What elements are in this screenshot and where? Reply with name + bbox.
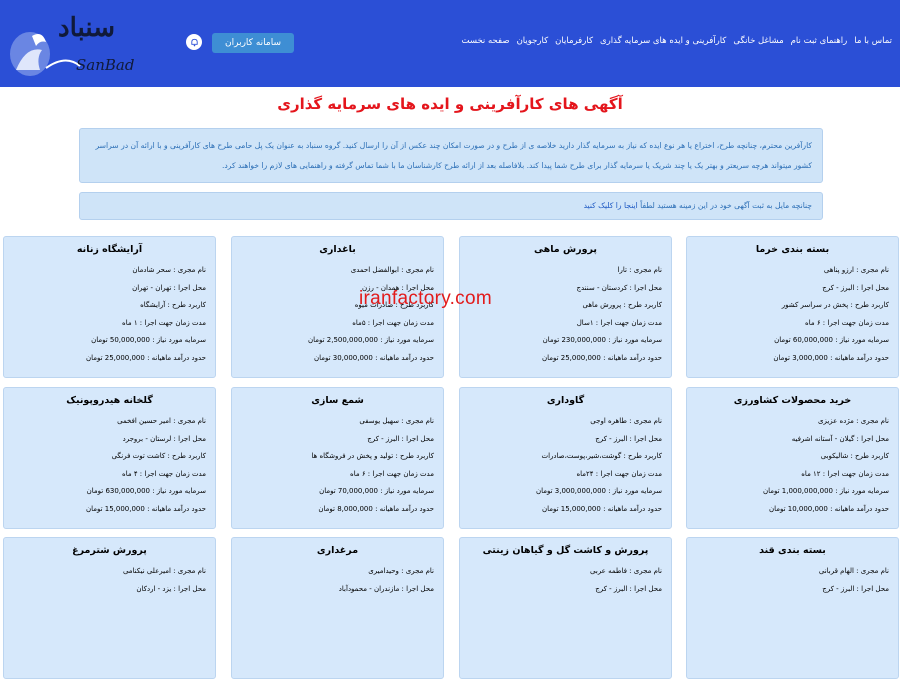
nav-home[interactable]: صفحه نخست (462, 36, 510, 50)
ad-card-title: گلخانه هیدروپونیک (66, 395, 153, 406)
ad-card-field: نام مجری : تارا (617, 266, 662, 274)
ad-card-field: کاربرد طرح : پرورش ماهی (582, 301, 662, 309)
ad-card-field: مدت زمان جهت اجرا : ۴ ماه (122, 469, 206, 478)
site-header: سنباد SanBad سامانه کاربران صفحه نخست کا… (0, 0, 900, 87)
page-title: آگهی های کارآفرینی و ایده های سرمایه گذا… (277, 95, 623, 113)
ad-card[interactable]: مرغداری نام مجری : وحیدامیری محل اجرا : ما… (231, 537, 444, 679)
nav-home-jobs[interactable]: مشاغل خانگی (733, 36, 783, 50)
ad-card-title: بسته بندی خرما (755, 244, 830, 255)
ad-card-field: مدت زمان جهت اجرا : ۶ ماه (805, 318, 889, 327)
ad-card-field: نام مجری : سهیل یوسفی (359, 417, 434, 425)
ad-card[interactable]: بسته بندی خرما نام مجری : ارزو پناهی محل ا… (686, 236, 899, 378)
ad-card[interactable]: گاوداری نام مجری : طاهره اوجی محل اجرا : ا… (459, 387, 672, 529)
ad-card-field: محل اجرا : مازندران - محمودآباد (338, 584, 434, 593)
ad-card-field: مدت زمان جهت اجرا : ۶ ماه (350, 469, 434, 478)
ad-card[interactable]: گلخانه هیدروپونیک نام مجری : امیر حسین اف… (3, 387, 216, 529)
ad-card-field: حدود درآمد ماهیانه : 25,000,000 تومان (85, 353, 206, 362)
ad-card-field: حدود درآمد ماهیانه : 10,000,000 تومان (768, 504, 889, 513)
ad-card-field: نام مجری : فاطمه عربی (590, 567, 662, 575)
nav-employers[interactable]: کارفرمایان (555, 36, 593, 50)
bell-icon[interactable] (186, 34, 202, 50)
ad-card-title: بسته بندی قند (759, 545, 826, 556)
ad-card-title: شمع سازی (311, 395, 364, 406)
ad-card-field: کاربرد طرح : کاشت توت فرنگی (111, 452, 206, 460)
ad-card-field: محل اجرا : البرز - کرج (595, 584, 662, 593)
ad-card-field: سرمایه مورد نیاز : 1,000,000,000 تومان (762, 487, 889, 495)
ad-card-field: مدت زمان جهت اجرا : ۱ ماه (122, 318, 206, 327)
ad-card-field: محل اجرا : البرز - کرج (595, 434, 662, 443)
ad-card-field: حدود درآمد ماهیانه : 8,000,000 تومان (318, 504, 434, 513)
logo-text-en: SanBad (76, 56, 134, 74)
ad-card-field: حدود درآمد ماهیانه : 30,000,000 تومان (313, 353, 434, 362)
ad-card-field: حدود درآمد ماهیانه : 25,000,000 تومان (541, 353, 662, 362)
main-nav: صفحه نخست کارجویان کارفرمایان کارآفرینی … (462, 36, 892, 50)
ad-card-field: نام مجری : الهام قربانی (818, 567, 889, 575)
ad-card-field: سرمایه مورد نیاز : 2,500,000,000 تومان (307, 336, 434, 344)
ad-card-title: پرورش و کاشت گل و گیاهان زینتی (482, 545, 649, 556)
ad-card[interactable]: بسته بندی قند نام مجری : الهام قربانی محل … (686, 537, 899, 679)
ad-card-field: حدود درآمد ماهیانه : 15,000,000 تومان (541, 504, 662, 513)
cta-box: چنانچه مایل به ثبت آگهی خود در این زمینه… (79, 192, 823, 220)
ad-card-field: کاربرد طرح : آرایشگاه (140, 301, 206, 309)
nav-contact[interactable]: تماس با ما (854, 36, 892, 50)
ad-card-field: سرمایه مورد نیاز : 3,000,000,000 تومان (535, 487, 662, 495)
ad-card[interactable]: شمع سازی نام مجری : سهیل یوسفی محل اجرا : … (231, 387, 444, 529)
ad-card[interactable]: آرایشگاه زنانه نام مجری : سحر شادمان محل ا… (3, 236, 216, 378)
nav-job-seekers[interactable]: کارجویان (517, 36, 549, 50)
ad-card-title: مرغداری (316, 545, 359, 556)
users-login-button[interactable]: سامانه کاربران (212, 33, 294, 53)
cta-text: چنانچه مایل به ثبت آگهی خود در این زمینه… (640, 201, 812, 210)
ad-card-field: محل اجرا : گیلان - آستانه اشرفیه (791, 434, 889, 443)
ad-card-field: سرمایه مورد نیاز : 70,000,000 تومان (319, 487, 434, 495)
ad-card[interactable]: خرید محصولات کشاورزی نام مجری : مژده عزیز… (686, 387, 899, 529)
ad-card-field: نام مجری : امیر حسین افخمی (117, 417, 206, 425)
ad-card-field: سرمایه مورد نیاز : 630,000,000 تومان (86, 487, 206, 495)
nav-signup-guide[interactable]: راهنمای ثبت نام (791, 36, 848, 50)
ad-card-field: محل اجرا : کردستان - سنندج (576, 283, 662, 292)
ad-card-field: کاربرد طرح : گوشت،شیر،پوست،صادرات (541, 452, 662, 460)
ad-card-title: آرایشگاه زنانه (76, 244, 143, 255)
ad-card-field: مدت زمان جهت اجرا : ۱۲ ماه (801, 469, 889, 478)
ad-card-field: سرمایه مورد نیاز : 60,000,000 تومان (774, 336, 889, 344)
ad-card-title: گاوداری (546, 395, 585, 406)
ad-card-field: سرمایه مورد نیاز : 230,000,000 تومان (542, 336, 662, 344)
ad-card-title: باغداری (319, 244, 356, 255)
ad-card[interactable]: پرورش شترمرغ نام مجری : امیرعلی نیکنامی مح… (3, 537, 216, 679)
ad-card-field: نام مجری : ارزو پناهی (823, 266, 889, 274)
cta-link[interactable]: اینجا را کلیک کنید (584, 201, 638, 210)
info-box: کارآفرین محترم، چنانچه طرح، اختراع یا هر… (79, 128, 823, 183)
ad-card-field: کاربرد طرح : پخش در سراسر کشور (781, 301, 889, 309)
ad-card-field: نام مجری : ابوالفضل احمدی (350, 266, 434, 274)
ad-card-field: کاربرد طرح : تولید و پخش در فروشگاه ها (311, 452, 434, 460)
ad-card-field: مدت زمان جهت اجرا : ۵ماه (352, 318, 434, 327)
watermark: iranfactory.com (359, 288, 492, 309)
ad-card-field: نام مجری : مژده عزیزی (817, 417, 889, 425)
ad-card-field: محل اجرا : تهران - تهران (132, 283, 206, 292)
ad-card-field: حدود درآمد ماهیانه : 3,000,000 تومان (773, 353, 889, 362)
ad-card-field: کاربرد طرح : شالیکوبی (820, 452, 889, 460)
ad-card-field: مدت زمان جهت اجرا : ۲۴ماه (576, 469, 662, 478)
site-logo[interactable]: سنباد SanBad (6, 6, 156, 82)
ad-card-field: سرمایه مورد نیاز : 50,000,000 تومان (91, 336, 206, 344)
ad-card-field: محل اجرا : لرستان - بروجرد (122, 434, 206, 443)
nav-entrepreneurship[interactable]: کارآفرینی و ایده های سرمایه گذاری (600, 36, 726, 50)
ad-card-field: نام مجری : سحر شادمان (132, 266, 206, 274)
ad-card-field: محل اجرا : البرز - کرج (822, 584, 889, 593)
logo-text-fa: سنباد (58, 13, 115, 43)
ad-card-field: مدت زمان جهت اجرا : ۱سال (576, 318, 662, 327)
ad-card-field: نام مجری : وحیدامیری (368, 567, 434, 575)
ad-card-field: حدود درآمد ماهیانه : 15,000,000 تومان (85, 504, 206, 513)
ad-card-field: محل اجرا : البرز - کرج (822, 283, 889, 292)
ad-card[interactable]: پرورش و کاشت گل و گیاهان زینتی نام مجری :… (459, 537, 672, 679)
ad-card-title: پرورش ماهی (534, 244, 597, 255)
ad-card-title: پرورش شترمرغ (72, 545, 147, 556)
ad-card-field: نام مجری : طاهره اوجی (590, 417, 662, 425)
ad-card-field: محل اجرا : یزد - اردکان (136, 584, 206, 593)
ad-card-field: نام مجری : امیرعلی نیکنامی (122, 567, 206, 575)
ad-card-title: خرید محصولات کشاورزی (733, 395, 852, 406)
ad-card-field: محل اجرا : البرز - کرج (367, 434, 434, 443)
